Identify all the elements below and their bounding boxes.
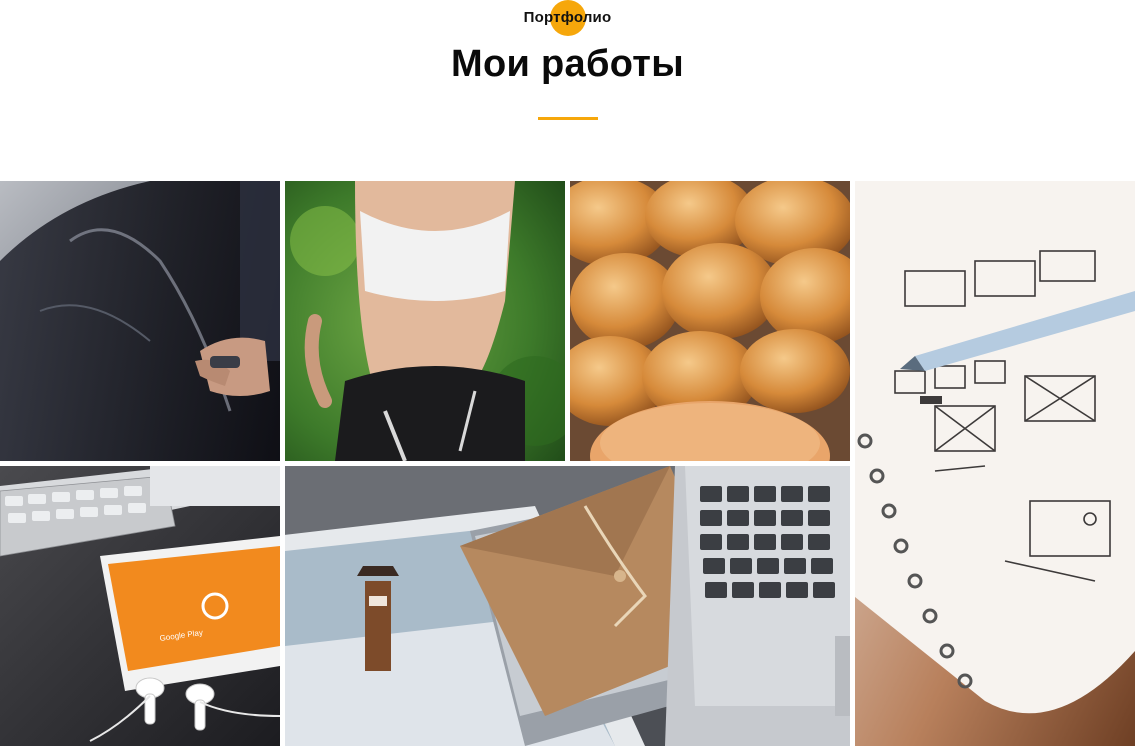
- portfolio-item-wireframe[interactable]: [855, 181, 1135, 746]
- photos-image: [285, 466, 850, 746]
- portfolio-item-fitness[interactable]: [285, 181, 565, 461]
- bread-image: [570, 181, 850, 461]
- fitness-image: [285, 181, 565, 461]
- wireframe-image: [855, 181, 1135, 746]
- portfolio-header: Портфолио Мои работы: [0, 0, 1135, 181]
- portfolio-item-bread[interactable]: [570, 181, 850, 461]
- title-divider: [538, 117, 598, 120]
- eyebrow: Портфолио: [0, 0, 1135, 36]
- phone-image: Google Play: [0, 466, 280, 746]
- eyebrow-label: Портфолио: [523, 9, 612, 26]
- page-title: Мои работы: [451, 43, 684, 85]
- portfolio-grid: Google Play: [0, 181, 1135, 746]
- portfolio-item-car[interactable]: [0, 181, 280, 461]
- portfolio-item-phone[interactable]: Google Play: [0, 466, 280, 746]
- portfolio-item-photos[interactable]: [285, 466, 850, 746]
- car-door-image: [0, 181, 280, 461]
